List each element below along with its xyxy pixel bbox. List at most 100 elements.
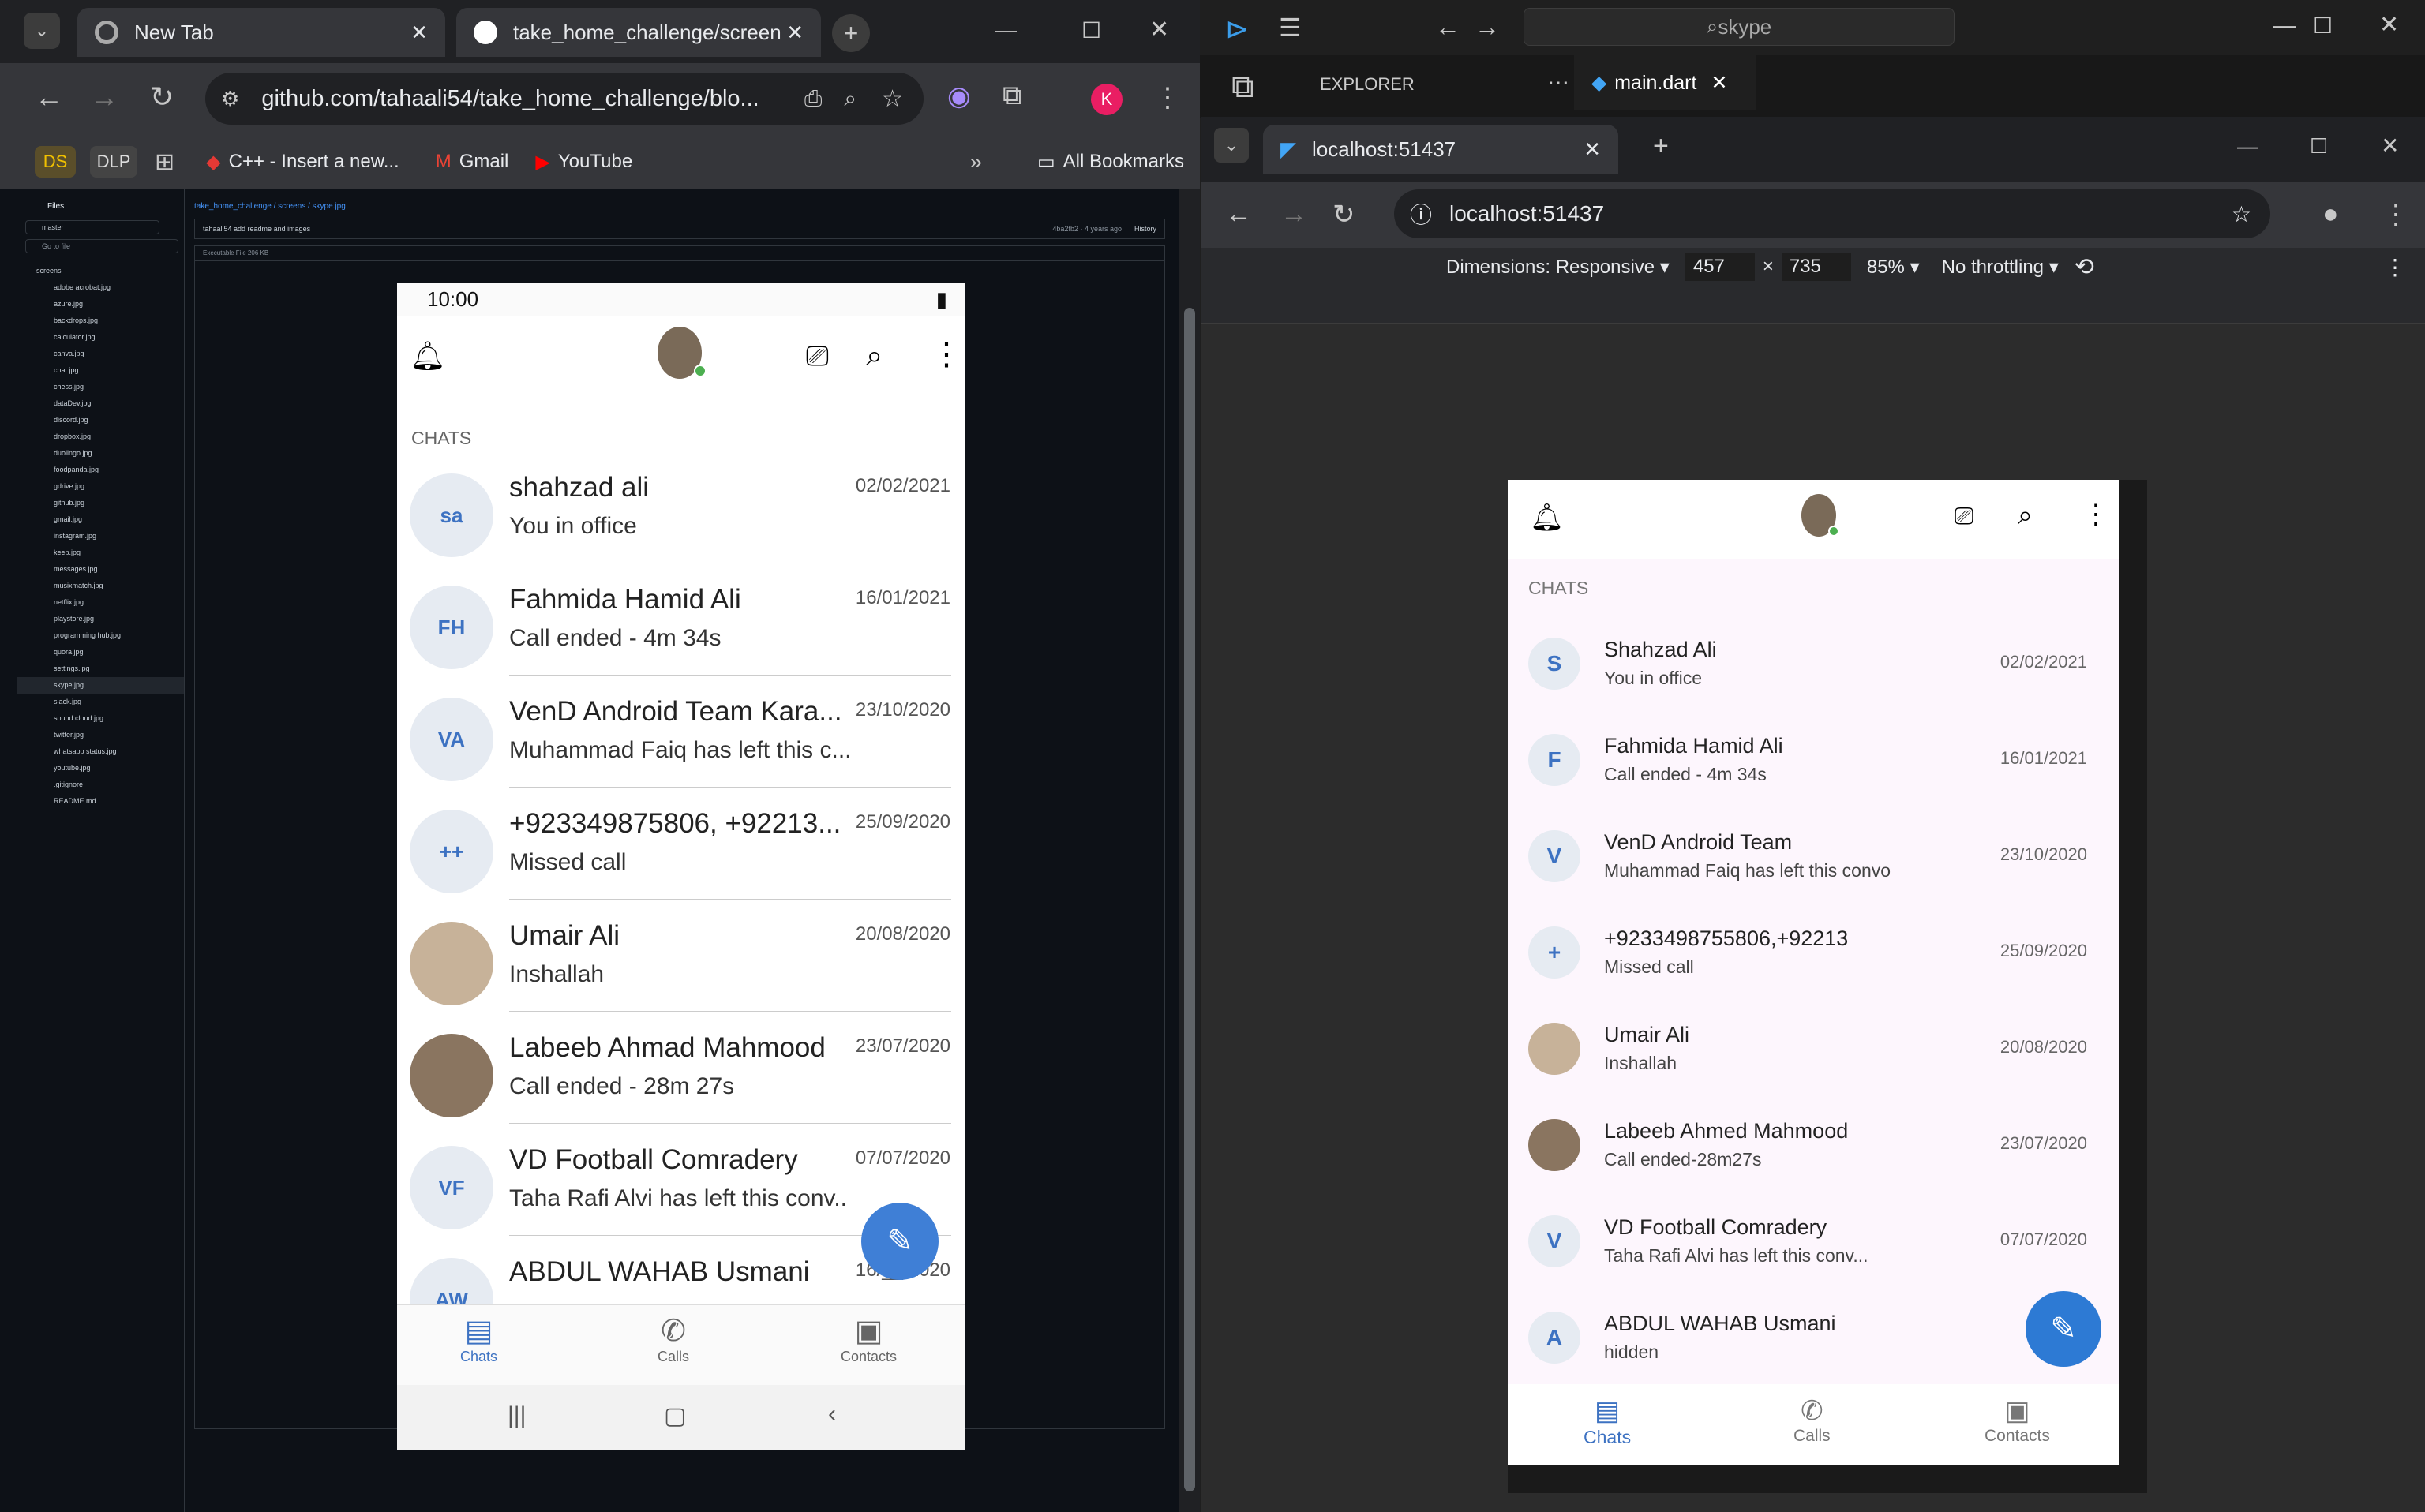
close-icon[interactable]: ✕ (786, 21, 804, 45)
file-item[interactable]: README.md (17, 793, 184, 810)
maximize-icon[interactable]: ☐ (2310, 134, 2328, 159)
back-icon[interactable]: ← (1435, 13, 1460, 42)
site-info-icon[interactable]: ⚙ (221, 87, 239, 111)
star-icon[interactable]: ☆ (2232, 201, 2251, 227)
explorer-icon[interactable]: ⧉ (1231, 69, 1254, 105)
chat-row[interactable]: sa shahzad ali You in office 02/02/2021 (397, 451, 965, 563)
file-item[interactable]: instagram.jpg (17, 528, 184, 545)
file-item[interactable]: quora.jpg (17, 644, 184, 661)
search-icon[interactable]: ⌕ (2018, 500, 2033, 531)
video-call-icon[interactable]: ⎚ (806, 339, 829, 373)
maximize-icon[interactable]: ☐ (2313, 13, 2333, 39)
more-bookmarks-icon[interactable]: » (969, 149, 982, 174)
forward-icon[interactable]: → (90, 80, 118, 114)
file-item[interactable]: netflix.jpg (17, 594, 184, 611)
bookmark-cpp[interactable]: ◆ C++ - Insert a new... (206, 151, 399, 174)
file-item[interactable]: musixmatch.jpg (17, 578, 184, 594)
file-item[interactable]: azure.jpg (17, 296, 184, 313)
file-item[interactable]: skype.jpg (17, 677, 184, 694)
editor-tab-main-dart[interactable]: ◆ main.dart ✕ (1574, 55, 1756, 110)
file-item[interactable]: sound cloud.jpg (17, 710, 184, 727)
apps-grid-icon[interactable]: ⊞ (155, 148, 174, 176)
file-item[interactable]: dataDev.jpg (17, 395, 184, 412)
file-item[interactable]: discord.jpg (17, 412, 184, 429)
folder-screens[interactable]: screens (17, 263, 184, 279)
chat-row[interactable]: + +9233498755806,+92213 Missed call 25/09/2… (1508, 903, 2119, 999)
chat-row[interactable]: V VD Football Comradery Taha Rafi Alvi has… (1508, 1192, 2119, 1288)
dimensions-select[interactable]: Dimensions: Responsive ▾ (1446, 256, 1670, 279)
recents-icon[interactable]: ||| (508, 1402, 526, 1429)
command-search[interactable]: ⌕ skype (1524, 8, 1955, 46)
address-bar[interactable]: ⚙ github.com/tahaali54/take_home_challen… (205, 73, 924, 125)
nav-chats[interactable]: ▤ Chats (1584, 1395, 1631, 1448)
breadcrumb[interactable]: take_home_challenge / screens / skype.jp… (193, 189, 1179, 211)
tab-github[interactable]: take_home_challenge/screens/s ✕ (456, 8, 821, 57)
tab-search-icon[interactable]: ⌄ (24, 13, 60, 49)
bell-icon[interactable]: 🔔︎ (1530, 502, 1564, 533)
nav-calls[interactable]: ✆ Calls (658, 1313, 689, 1365)
go-to-file-input[interactable]: Go to file (25, 239, 178, 253)
chat-row[interactable]: Umair Ali Inshallah 20/08/2020 (397, 900, 965, 1012)
file-item[interactable]: .gitignore (17, 777, 184, 793)
bookmark-youtube[interactable]: ▶ YouTube (535, 151, 632, 174)
star-icon[interactable]: ☆ (882, 85, 903, 113)
bell-icon[interactable]: 🔔︎ (410, 339, 446, 372)
minimize-icon[interactable]: — (2237, 134, 2258, 159)
file-item[interactable]: playstore.jpg (17, 611, 184, 627)
rotate-icon[interactable]: ⟲ (2075, 253, 2094, 281)
tab-localhost[interactable]: ◤ localhost:51437 ✕ (1263, 125, 1618, 174)
close-window-icon[interactable]: ✕ (2381, 133, 2399, 159)
chat-row[interactable]: ++ +923349875806, +92213... Missed call 25/… (397, 788, 965, 900)
chat-row[interactable]: FH Fahmida Hamid Ali Call ended - 4m 34s 16… (397, 563, 965, 676)
file-item[interactable]: slack.jpg (17, 694, 184, 710)
commit-message[interactable]: tahaali54 add readme and images (203, 225, 310, 233)
maximize-icon[interactable]: ☐ (1081, 17, 1101, 43)
resize-handle-bar[interactable] (1508, 1465, 2147, 1493)
zoom-icon[interactable]: ⌕ (844, 86, 856, 112)
resize-handle-side[interactable] (2119, 480, 2147, 1465)
page-scrollbar[interactable] (1179, 189, 1200, 1512)
more-icon[interactable]: ⋮ (2082, 499, 2109, 530)
reload-icon[interactable]: ↻ (150, 80, 174, 114)
file-item[interactable]: gdrive.jpg (17, 478, 184, 495)
close-window-icon[interactable]: ✕ (2379, 11, 2399, 39)
puzzle-icon[interactable]: ⧉ (1003, 80, 1021, 111)
file-item[interactable]: github.jpg (17, 495, 184, 511)
close-window-icon[interactable]: ✕ (1149, 16, 1169, 43)
chat-row[interactable]: VA VenD Android Team Kara... Muhammad Faiq… (397, 676, 965, 788)
back-icon[interactable]: ← (1225, 199, 1252, 230)
file-item[interactable]: twitter.jpg (17, 727, 184, 743)
search-icon[interactable]: ⌕ (866, 339, 883, 373)
file-item[interactable]: canva.jpg (17, 346, 184, 362)
home-icon[interactable]: ▢ (664, 1402, 686, 1430)
address-bar[interactable]: ⓘ localhost:51437 ☆ (1394, 189, 2270, 238)
more-icon[interactable]: ⋮ (2384, 254, 2406, 280)
chat-row[interactable]: Umair Ali Inshallah 20/08/2020 (1508, 999, 2119, 1095)
tab-search-icon[interactable]: ⌄ (1214, 128, 1249, 163)
new-tab-button[interactable]: + (1653, 131, 1669, 162)
height-input[interactable]: 735 (1781, 253, 1851, 281)
file-item[interactable]: gmail.jpg (17, 511, 184, 528)
reload-icon[interactable]: ↻ (1332, 199, 1355, 230)
file-item[interactable]: foodpanda.jpg (17, 462, 184, 478)
file-item[interactable]: keep.jpg (17, 545, 184, 561)
minimize-icon[interactable]: — (2273, 13, 2296, 38)
file-item[interactable]: calculator.jpg (17, 329, 184, 346)
file-item[interactable]: adobe acrobat.jpg (17, 279, 184, 296)
file-item[interactable]: chess.jpg (17, 379, 184, 395)
back-nav-icon[interactable]: ‹ (828, 1401, 836, 1428)
zoom-select[interactable]: 85% ▾ (1867, 256, 1920, 279)
bookmark-gmail[interactable]: M Gmail (436, 151, 509, 173)
close-icon[interactable]: ✕ (1584, 137, 1601, 162)
file-item[interactable]: programming hub.jpg (17, 627, 184, 644)
profile-avatar[interactable]: K (1091, 84, 1123, 115)
nav-contacts[interactable]: ▣ Contacts (1985, 1395, 2050, 1446)
compose-fab[interactable]: ✎ (861, 1203, 939, 1280)
file-item[interactable]: backdrops.jpg (17, 313, 184, 329)
bookmark-dlp[interactable]: DLP (90, 146, 137, 178)
extension-icon[interactable]: ◉ (947, 80, 971, 112)
nav-contacts[interactable]: ▣ Contacts (841, 1313, 897, 1365)
bookmark-ds[interactable]: DS (35, 146, 76, 178)
close-icon[interactable]: ✕ (410, 21, 428, 45)
video-call-icon[interactable]: ⎚ (1955, 503, 1973, 530)
